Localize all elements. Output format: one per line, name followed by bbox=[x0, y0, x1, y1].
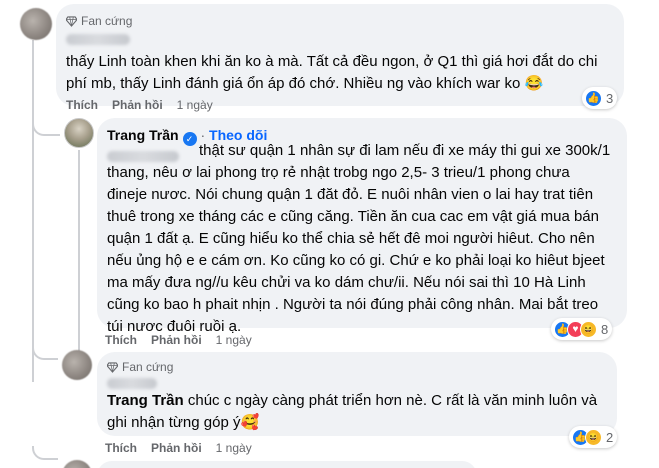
thread-line-main bbox=[32, 40, 34, 382]
thread-curve-reply1 bbox=[32, 118, 60, 136]
fan-badge: Fan cứng bbox=[66, 14, 132, 28]
thread-curve-reply3 bbox=[32, 446, 58, 460]
mention-link[interactable]: Trang Trần bbox=[107, 392, 184, 409]
comment-text-1: thấy Linh toàn khen khi ăn ko à mà. Tất … bbox=[66, 51, 597, 95]
author-name-blurred[interactable] bbox=[66, 34, 130, 45]
comment-actions-1: Thích Phản hồi 1 ngày bbox=[66, 98, 213, 112]
comment-bubble-4-partial bbox=[97, 461, 477, 468]
comment-bubble-2: Trang Trần ✓ · Theo dõi thật sư quận 1 nh… bbox=[97, 118, 627, 335]
comment-actions-2: Thích Phản hồi 1 ngày bbox=[105, 333, 252, 347]
like-button[interactable]: Thích bbox=[66, 98, 98, 112]
diamond-icon bbox=[107, 361, 118, 373]
thread-curve-reply2 bbox=[32, 344, 58, 360]
comment-text-2: thật sư quận 1 nhân sự đi lam nếu đi xe … bbox=[107, 140, 610, 338]
comment-line: nếu ủng hộ e e cám ơn. Ko cũng ko có gi.… bbox=[107, 252, 605, 269]
comment-line: quận 1 đất ạ. E cũng hiểu ko thể chia sẻ… bbox=[107, 230, 595, 247]
reaction-summary-3[interactable]: 👍 😆 2 bbox=[569, 426, 618, 448]
comment-line: thang, nêu ơ lai phong trọ rẻ nhật trobg… bbox=[107, 164, 570, 181]
comment-text-3: Trang Trần chúc c ngày càng phát triển h… bbox=[107, 390, 597, 434]
avatar[interactable] bbox=[64, 118, 94, 148]
comment-line: cũng ko bao h phait nhịn . Người ta nói … bbox=[107, 296, 599, 313]
comment-line: chúc c ngày càng phát triển hơn nè. C rấ… bbox=[183, 392, 598, 409]
reaction-summary-2[interactable]: 👍 ♥ 😆 8 bbox=[551, 318, 613, 340]
timestamp[interactable]: 1 ngày bbox=[216, 441, 252, 455]
reaction-count: 2 bbox=[606, 429, 614, 445]
comment-line: thuê trong xe tháng các e cũng căng. Tiề… bbox=[107, 208, 599, 225]
comment-bubble-1: Fan cứng thấy Linh toàn khen khi ăn ko à… bbox=[56, 4, 624, 106]
comment-line: ghi nhận từng góp ý🥰 bbox=[107, 414, 260, 431]
avatar[interactable] bbox=[20, 8, 52, 40]
fan-badge: Fan cứng bbox=[107, 360, 173, 374]
timestamp[interactable]: 1 ngày bbox=[177, 98, 213, 112]
comment-line: thấy Linh toàn khen khi ăn ko à mà. Tất … bbox=[66, 53, 598, 70]
reaction-count: 3 bbox=[606, 90, 614, 106]
like-button[interactable]: Thích bbox=[105, 333, 137, 347]
like-reaction-icon: 👍 bbox=[585, 89, 602, 107]
like-button[interactable]: Thích bbox=[105, 441, 137, 455]
author-name-blurred[interactable] bbox=[107, 378, 157, 389]
fan-badge-label: Fan cứng bbox=[122, 360, 174, 374]
comment-actions-3: Thích Phản hồi 1 ngày bbox=[105, 441, 252, 455]
haha-reaction-icon: 😆 bbox=[580, 320, 597, 338]
thread-line-reply1 bbox=[78, 150, 80, 372]
reply-button[interactable]: Phản hồi bbox=[151, 441, 202, 455]
timestamp[interactable]: 1 ngày bbox=[216, 333, 252, 347]
comment-line: đineje nươc. Nói chung quận 1 đăt đỏ. E … bbox=[107, 186, 594, 203]
comment-bubble-3: Fan cứng Trang Trần chúc c ngày càng phá… bbox=[97, 352, 617, 436]
comment-line: ma mấy đưa ng//u kêu chửi va ko dám chư/… bbox=[107, 274, 586, 291]
reply-button[interactable]: Phản hồi bbox=[112, 98, 163, 112]
avatar[interactable] bbox=[62, 350, 92, 380]
comment-line: phí mb, thấy Linh đánh giá ổn áp đó chớ.… bbox=[66, 75, 544, 92]
haha-reaction-icon: 😆 bbox=[585, 428, 602, 446]
comment-line: thật sư quận 1 nhân sự đi lam nếu đi xe … bbox=[199, 142, 611, 159]
avatar[interactable] bbox=[62, 460, 92, 468]
diamond-icon bbox=[66, 15, 77, 27]
reply-button[interactable]: Phản hồi bbox=[151, 333, 202, 347]
fan-badge-label: Fan cứng bbox=[81, 14, 133, 28]
reaction-summary-1[interactable]: 👍 3 bbox=[582, 87, 618, 109]
reaction-count: 8 bbox=[601, 321, 609, 337]
